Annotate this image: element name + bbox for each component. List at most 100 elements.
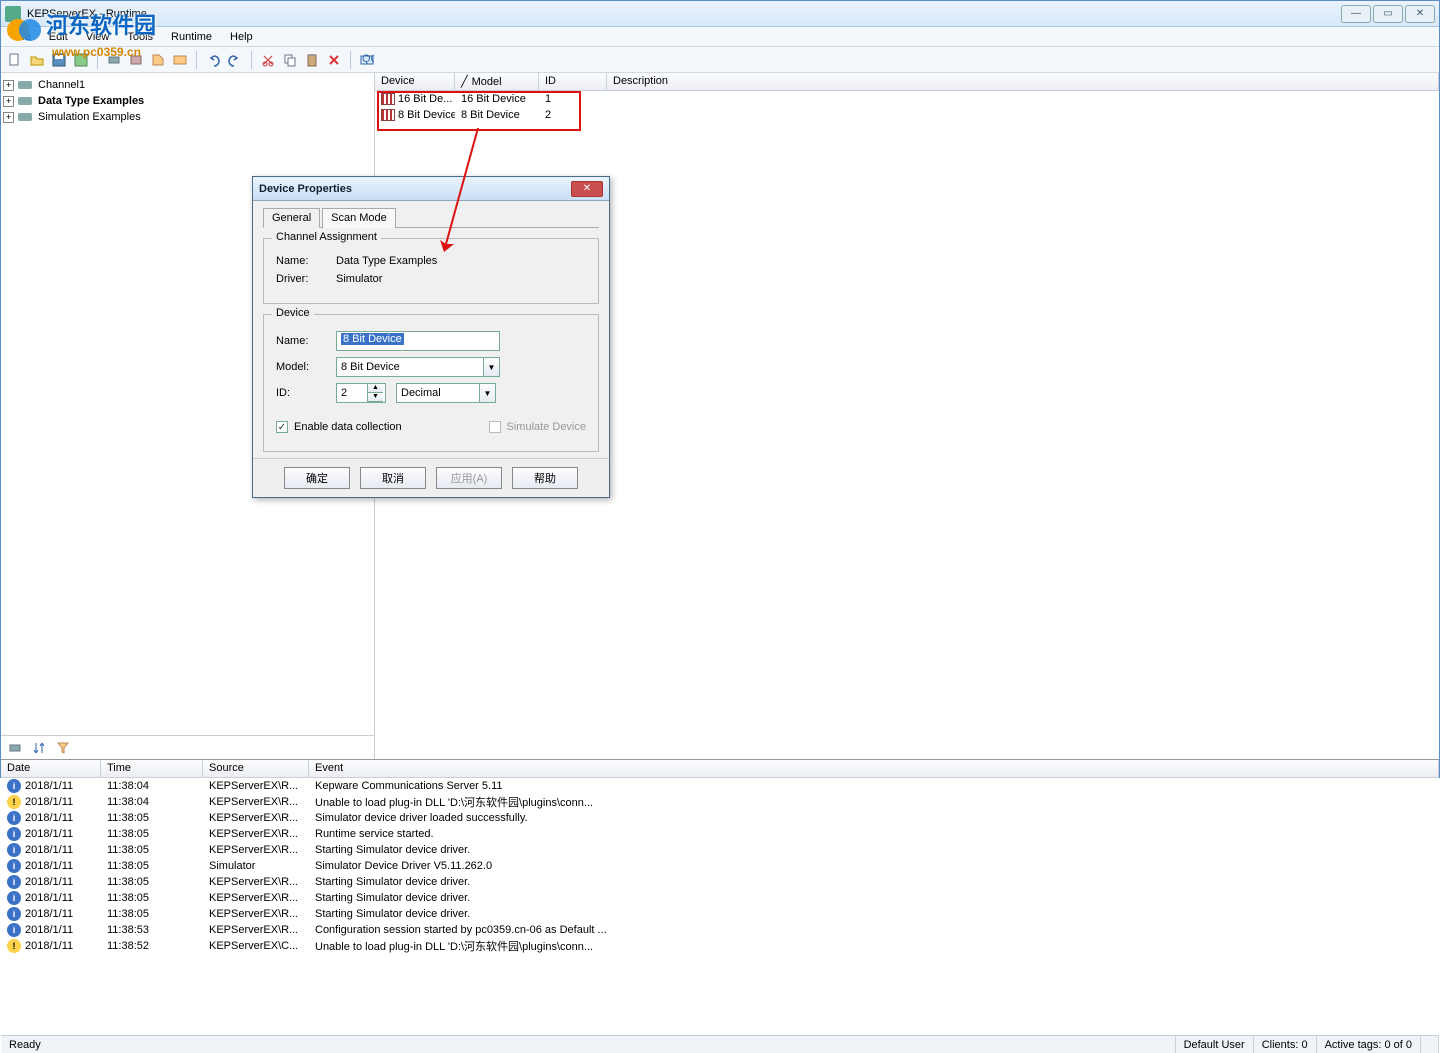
status-grip [1421,1036,1439,1053]
simulate-device-checkbox: Simulate Device [489,421,586,433]
dev-id-spin[interactable]: ▲▼ [336,383,386,403]
copy-icon[interactable] [280,50,300,70]
log-col-time[interactable]: Time [101,760,203,777]
info-icon: i [7,827,21,841]
ok-button[interactable]: 确定 [284,467,350,489]
group-label: Device [272,307,314,319]
filter-icon[interactable] [53,738,73,758]
device-icon [381,93,395,105]
menu-help[interactable]: Help [222,29,261,45]
spin-down-icon[interactable]: ▼ [367,393,383,402]
channel-icon [18,94,34,108]
tree-label: Simulation Examples [38,111,141,123]
paste-icon[interactable] [302,50,322,70]
info-icon: i [7,907,21,921]
spin-up-icon[interactable]: ▲ [367,384,383,393]
grid-row[interactable]: 8 Bit Device 8 Bit Device 2 [375,107,1439,123]
log-col-event[interactable]: Event [309,760,1439,777]
menubar: File Edit View Tools Runtime Help [1,27,1439,47]
log-row[interactable]: !2018/1/1111:38:52KEPServerEX\C...Unable… [1,938,1439,954]
menu-edit[interactable]: Edit [41,29,76,45]
log-row[interactable]: i2018/1/1111:38:05KEPServerEX\R...Starti… [1,906,1439,922]
window-title: KEPServerEX - Runtime [27,8,1341,20]
tree-label: Data Type Examples [38,95,144,107]
quickclient-icon[interactable]: QC [357,50,377,70]
save-as-icon[interactable] [71,50,91,70]
enable-data-collection-checkbox[interactable]: ✓Enable data collection [276,421,402,433]
sort-icon[interactable] [29,738,49,758]
new-tag-group-icon[interactable] [170,50,190,70]
grid-header: Device ╱Model ID Description [375,73,1439,91]
device-properties-dialog[interactable]: Device Properties ✕ General Scan Mode Ch… [252,176,610,498]
close-button[interactable]: ✕ [1405,5,1435,23]
tab-general[interactable]: General [263,208,320,228]
left-toolbar [1,735,374,759]
log-row[interactable]: i2018/1/1111:38:05KEPServerEX\R...Starti… [1,842,1439,858]
grid-row[interactable]: 16 Bit De... 16 Bit Device 1 [375,91,1439,107]
cut-icon[interactable] [258,50,278,70]
log-body[interactable]: i2018/1/1111:38:04KEPServerEX\R...Kepwar… [1,778,1439,1035]
menu-view[interactable]: View [78,29,118,45]
menu-file[interactable]: File [5,29,39,45]
channel-icon [18,110,34,124]
log-row[interactable]: i2018/1/1111:38:04KEPServerEX\R...Kepwar… [1,778,1439,794]
apply-button[interactable]: 应用(A) [436,467,502,489]
tree-node[interactable]: + Data Type Examples [3,93,372,109]
channel-filter-icon[interactable] [5,738,25,758]
warning-icon: ! [7,795,21,809]
log-col-source[interactable]: Source [203,760,309,777]
cancel-button[interactable]: 取消 [360,467,426,489]
chevron-down-icon[interactable]: ▼ [479,384,495,402]
col-device[interactable]: Device [375,73,455,90]
redo-icon[interactable] [225,50,245,70]
dialog-buttons: 确定 取消 应用(A) 帮助 [253,458,609,497]
info-icon: i [7,923,21,937]
col-description[interactable]: Description [607,73,1439,90]
toolbar: QC [1,47,1439,73]
dev-name-input[interactable]: 8 Bit Device [336,331,500,351]
new-tag-icon[interactable] [148,50,168,70]
channel-icon [18,78,34,92]
tree-node[interactable]: + Simulation Examples [3,109,372,125]
chevron-down-icon[interactable]: ▼ [483,358,499,376]
dev-model-combo[interactable]: 8 Bit Device▼ [336,357,500,377]
log-row[interactable]: i2018/1/1111:38:05KEPServerEX\R...Runtim… [1,826,1439,842]
menu-tools[interactable]: Tools [119,29,161,45]
expander-icon[interactable]: + [3,96,14,107]
delete-icon[interactable] [324,50,344,70]
dialog-titlebar[interactable]: Device Properties ✕ [253,177,609,201]
warning-icon: ! [7,939,21,953]
help-button[interactable]: 帮助 [512,467,578,489]
log-row[interactable]: i2018/1/1111:38:05SimulatorSimulator Dev… [1,858,1439,874]
log-col-date[interactable]: Date [1,760,101,777]
log-row[interactable]: i2018/1/1111:38:53KEPServerEX\R...Config… [1,922,1439,938]
titlebar[interactable]: KEPServerEX - Runtime — ▭ ✕ [1,1,1439,27]
log-row[interactable]: i2018/1/1111:38:05KEPServerEX\R...Starti… [1,890,1439,906]
dev-id-label: ID: [276,387,336,399]
device-group: Device Name: 8 Bit Device Model: 8 Bit D… [263,314,599,452]
main-window: KEPServerEX - Runtime — ▭ ✕ File Edit Vi… [0,0,1440,778]
new-channel-icon[interactable] [104,50,124,70]
open-icon[interactable] [27,50,47,70]
status-clients: Clients: 0 [1254,1036,1317,1053]
log-row[interactable]: i2018/1/1111:38:05KEPServerEX\R...Starti… [1,874,1439,890]
col-id[interactable]: ID [539,73,607,90]
undo-icon[interactable] [203,50,223,70]
new-device-icon[interactable] [126,50,146,70]
menu-runtime[interactable]: Runtime [163,29,220,45]
new-project-icon[interactable] [5,50,25,70]
log-row[interactable]: i2018/1/1111:38:05KEPServerEX\R...Simula… [1,810,1439,826]
tree-label: Channel1 [38,79,85,91]
statusbar: Ready Default User Clients: 0 Active tag… [1,1035,1439,1053]
tree-node[interactable]: + Channel1 [3,77,372,93]
save-icon[interactable] [49,50,69,70]
expander-icon[interactable]: + [3,112,14,123]
dev-id-format-combo[interactable]: Decimal▼ [396,383,496,403]
maximize-button[interactable]: ▭ [1373,5,1403,23]
tab-scan-mode[interactable]: Scan Mode [322,208,396,228]
dialog-close-button[interactable]: ✕ [571,181,603,197]
minimize-button[interactable]: — [1341,5,1371,23]
expander-icon[interactable]: + [3,80,14,91]
log-row[interactable]: !2018/1/1111:38:04KEPServerEX\R...Unable… [1,794,1439,810]
col-model[interactable]: ╱Model [455,73,539,90]
